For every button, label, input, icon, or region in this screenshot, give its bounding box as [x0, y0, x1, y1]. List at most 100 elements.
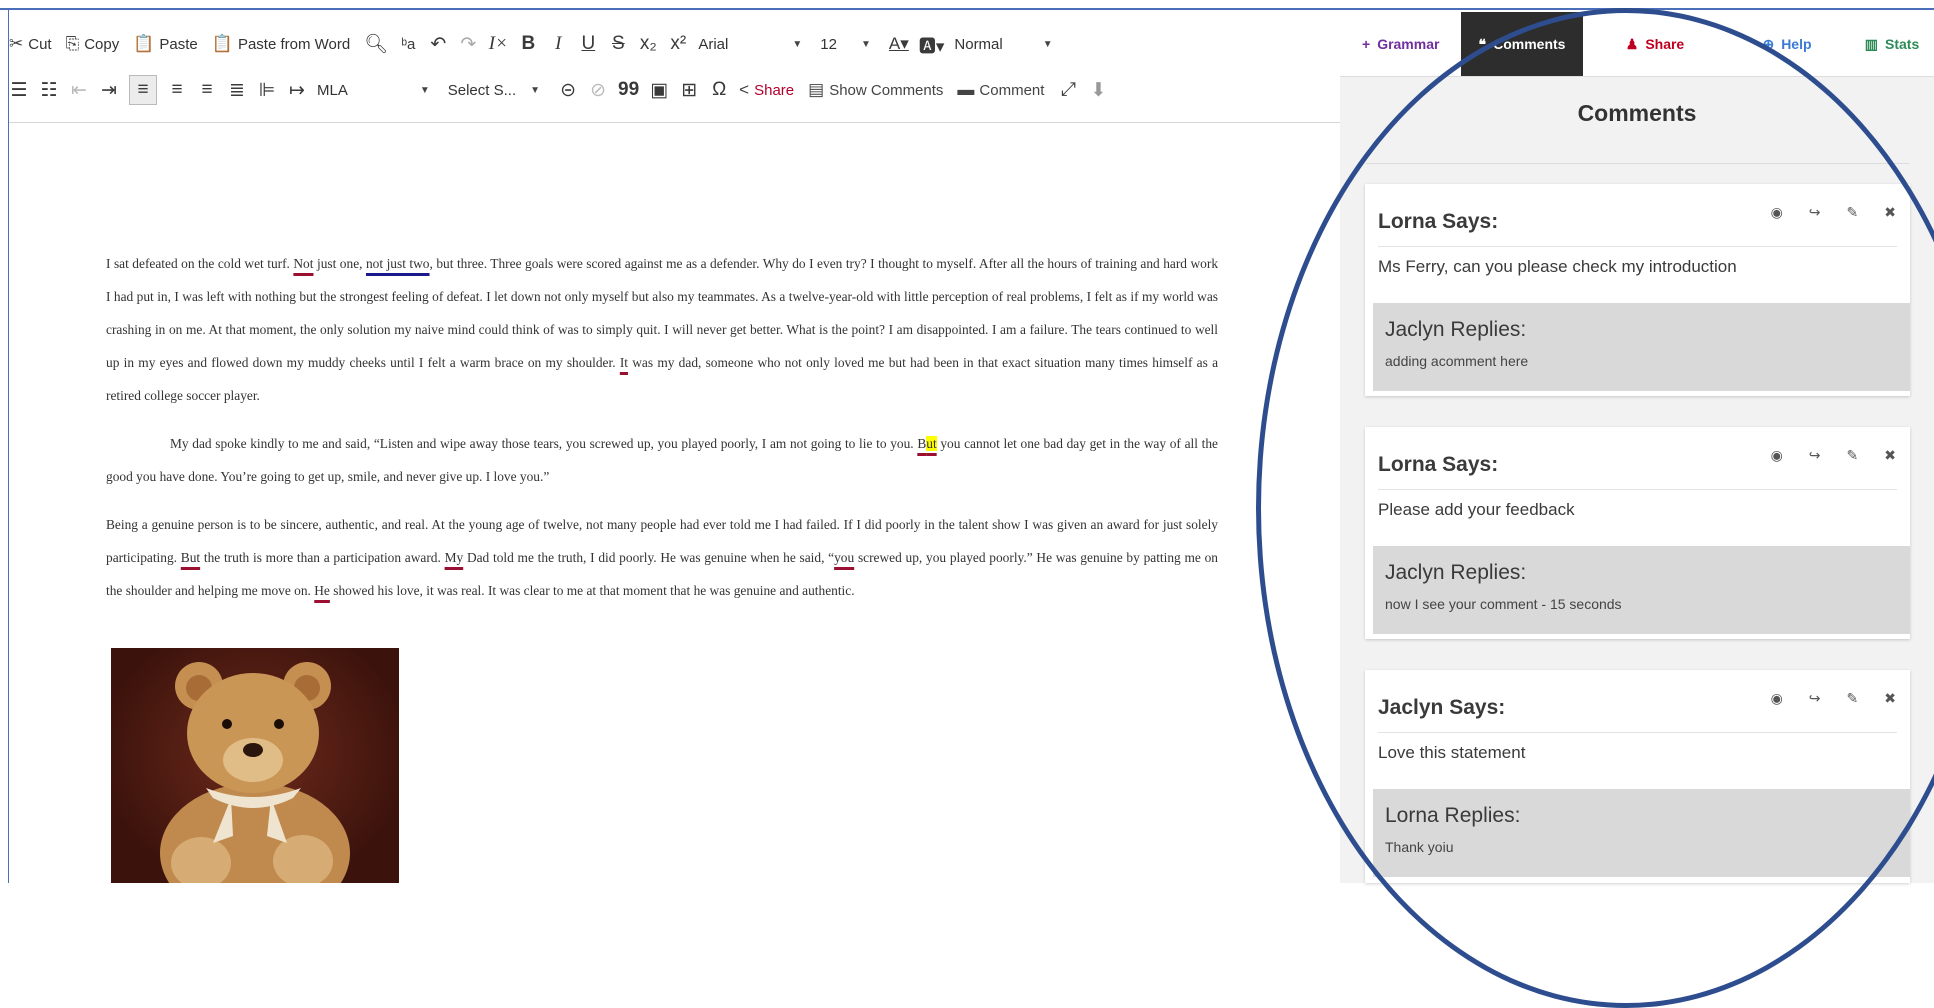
comment-highlight[interactable]: ut	[926, 436, 937, 451]
text-color-button[interactable]: A▾	[889, 30, 909, 58]
numbered-list-button[interactable]: ☰	[9, 76, 29, 104]
share-button[interactable]: < Share	[739, 74, 794, 106]
edit-icon[interactable]: ✎	[1847, 690, 1859, 707]
tab-grammar[interactable]: + Grammar	[1340, 12, 1460, 76]
font-size-select[interactable]: 12 ▼	[820, 36, 871, 53]
align-right-button[interactable]: ≡	[197, 76, 217, 104]
edit-icon[interactable]: ✎	[1847, 447, 1859, 464]
view-icon[interactable]: ◉	[1771, 204, 1783, 221]
document-body[interactable]: I sat defeated on the cold wet turf. Not…	[106, 247, 1218, 622]
find-button[interactable]: 🔍︎	[364, 30, 388, 58]
text-run: Dad told me the truth, I did poorly. He …	[463, 550, 835, 565]
reply-text: adding acomment here	[1385, 353, 1529, 369]
subscript-button[interactable]: x₂	[638, 30, 658, 58]
grammar-flag[interactable]: you	[834, 550, 854, 565]
strikethrough-button[interactable]: S	[608, 30, 628, 58]
image-button[interactable]: ▣	[649, 76, 669, 104]
table-icon: ⊞	[681, 79, 698, 101]
reply-icon[interactable]: ↪	[1809, 204, 1821, 221]
reply-author: Jaclyn Replies:	[1385, 318, 1527, 341]
background-color-button[interactable]: 🅰▾	[919, 30, 945, 58]
grammar-flag[interactable]: But	[181, 550, 200, 565]
chevron-down-icon: ▼	[792, 38, 803, 50]
block-right-icon: ↦	[289, 79, 305, 101]
comment-text: Please add your feedback	[1378, 500, 1575, 519]
tab-grammar-label: Grammar	[1377, 36, 1440, 52]
replace-button[interactable]: ᵇa	[398, 30, 418, 58]
align-left-icon: ≡	[137, 79, 149, 100]
paragraph-format-select[interactable]: Normal ▼	[954, 36, 1052, 53]
grammar-flag[interactable]: B	[917, 436, 926, 451]
reply-text: now I see your comment - 15 seconds	[1385, 596, 1622, 612]
bold-button[interactable]: B	[518, 30, 538, 58]
grammar-flag[interactable]: It	[620, 355, 628, 370]
comment-author: Jaclyn Says:	[1378, 696, 1506, 719]
font-family-select[interactable]: Arial ▼	[698, 36, 802, 53]
justify-button[interactable]: ≣	[227, 76, 247, 104]
divider	[1378, 489, 1897, 490]
comments-icon: ❝	[1478, 35, 1487, 52]
table-button[interactable]: ⊞	[679, 76, 699, 104]
reply-icon[interactable]: ↪	[1809, 690, 1821, 707]
grammar-flag[interactable]: Not	[293, 256, 313, 271]
unlink-button[interactable]: ⊘	[588, 76, 608, 104]
teddy-bear-image[interactable]	[111, 648, 399, 883]
align-left-button[interactable]: ≡	[129, 75, 157, 105]
comments-list-icon: ▤	[808, 80, 825, 99]
share-icon: <	[739, 80, 750, 99]
grammar-flag[interactable]: He	[314, 583, 330, 598]
view-icon[interactable]: ◉	[1771, 690, 1783, 707]
block-right-button[interactable]: ↦	[287, 76, 307, 104]
download-button[interactable]: ⬇	[1088, 76, 1108, 104]
decrease-indent-button[interactable]: ⇤	[69, 76, 89, 104]
toolbar-row-2: ☰ ☷ ⇤ ⇥ ≡ ≡ ≡ ≣ ⊫ ↦ MLA ▼ Select S... ▼ ⊝ …	[9, 70, 1118, 110]
unlink-icon: ⊘	[590, 79, 606, 101]
teddy-bear-illustration	[160, 662, 350, 883]
tab-stats[interactable]: ▥ Stats	[1850, 12, 1934, 76]
paragraph-3: Being a genuine person is to be sincere,…	[106, 508, 1218, 607]
paste-button[interactable]: 📋 Paste	[133, 28, 198, 60]
tab-share[interactable]: ♟ Share	[1600, 12, 1710, 76]
blockquote-button[interactable]: 99	[618, 76, 639, 104]
special-character-button[interactable]: Ω	[709, 76, 729, 104]
select-style-dropdown[interactable]: Select S... ▼	[448, 82, 540, 99]
delete-icon[interactable]: ✖	[1884, 447, 1896, 464]
block-left-button[interactable]: ⊫	[257, 76, 277, 104]
comment-button[interactable]: ▬ Comment	[957, 74, 1044, 106]
remove-format-icon: I×	[488, 33, 508, 54]
copy-button[interactable]: ⎘ Copy	[66, 28, 120, 60]
align-center-button[interactable]: ≡	[167, 76, 187, 104]
undo-button[interactable]: ↶	[428, 30, 448, 58]
underline-button[interactable]: U	[578, 30, 598, 58]
reply-icon[interactable]: ↪	[1809, 447, 1821, 464]
link-button[interactable]: ⊝	[558, 76, 578, 104]
comment-actions: ◉ ↪ ✎ ✖	[1745, 447, 1896, 464]
cut-button[interactable]: ✂ Cut	[9, 28, 52, 60]
comment-label: Comment	[979, 81, 1045, 99]
comment-text: Ms Ferry, can you please check my introd…	[1378, 257, 1737, 276]
grammar-flag[interactable]: My	[445, 550, 464, 565]
paste-from-word-label: Paste from Word	[237, 35, 351, 53]
delete-icon[interactable]: ✖	[1884, 690, 1896, 707]
citation-style-select[interactable]: MLA ▼	[317, 82, 430, 99]
redo-button[interactable]: ↷	[458, 30, 478, 58]
redo-icon: ↷	[460, 33, 477, 55]
tab-help[interactable]: ⊕ Help	[1732, 12, 1842, 76]
font-size-value: 12	[820, 35, 837, 53]
replace-icon: ᵇa	[401, 35, 416, 53]
edit-icon[interactable]: ✎	[1847, 204, 1859, 221]
bulleted-list-button[interactable]: ☷	[39, 76, 59, 104]
remove-format-button[interactable]: I×	[488, 30, 508, 58]
italic-button[interactable]: I	[548, 30, 568, 58]
show-comments-label: Show Comments	[829, 81, 944, 99]
tab-comments[interactable]: ❝ Comments	[1461, 12, 1583, 76]
justify-icon: ≣	[229, 79, 245, 101]
superscript-button[interactable]: x²	[668, 30, 688, 58]
style-flag[interactable]: not just two	[366, 256, 430, 271]
view-icon[interactable]: ◉	[1771, 447, 1783, 464]
fullscreen-button[interactable]: ⤢	[1058, 76, 1078, 104]
increase-indent-button[interactable]: ⇥	[99, 76, 119, 104]
delete-icon[interactable]: ✖	[1884, 204, 1896, 221]
show-comments-button[interactable]: ▤ Show Comments	[808, 74, 943, 106]
paste-from-word-button[interactable]: 📋 Paste from Word	[212, 28, 350, 60]
